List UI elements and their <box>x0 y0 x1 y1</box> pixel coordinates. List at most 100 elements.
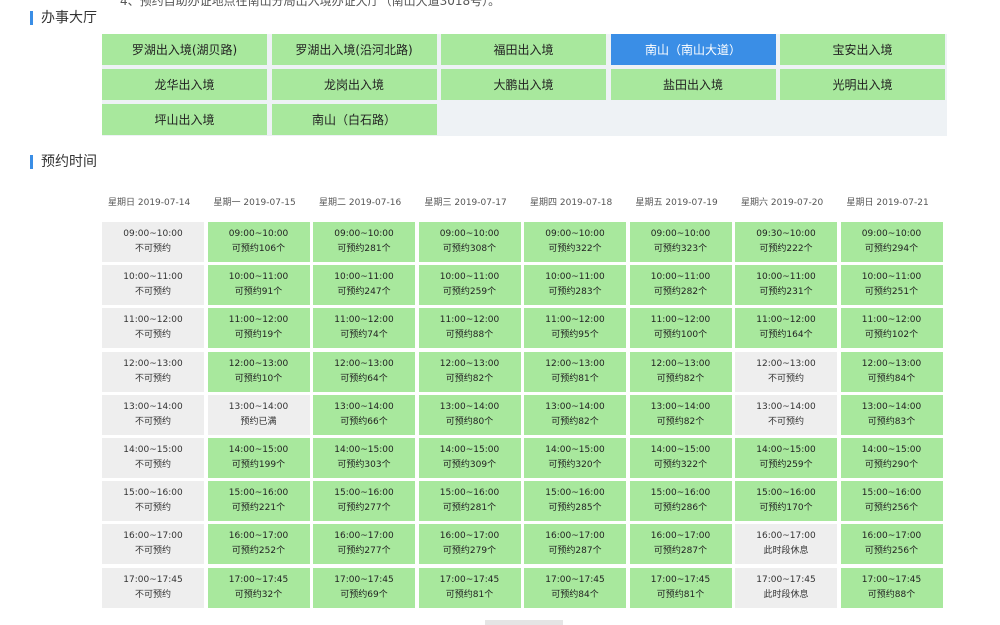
time-slot[interactable]: 13:00~14:00 可预约66个 <box>313 394 415 435</box>
slot-time: 14:00~15:00 <box>123 445 183 455</box>
time-slot[interactable]: 10:00~11:00 可预约282个 <box>629 265 732 306</box>
time-slot[interactable]: 11:00~12:00 可预约102个 <box>840 308 943 349</box>
slot-time: 10:00~11:00 <box>861 272 922 283</box>
time-slot[interactable]: 11:00~12:00 可预约74个 <box>313 308 415 349</box>
time-slot[interactable]: 10:00~11:00 可预约91个 <box>207 265 310 306</box>
time-slot[interactable]: 15:00~16:00 可预约277个 <box>313 481 415 522</box>
time-slot[interactable]: 16:00~17:00 可预约252个 <box>207 524 310 565</box>
office-button[interactable]: 罗湖出入境(湖贝路) <box>102 34 267 65</box>
time-slot[interactable]: 10:00~11:00 可预约251个 <box>840 265 943 306</box>
time-slot[interactable]: 13:00~14:00 可预约80个 <box>418 394 521 435</box>
time-slot[interactable]: 12:00~13:00 可预约64个 <box>313 351 415 392</box>
slot-time: 17:00~17:45 <box>228 574 289 585</box>
time-slot[interactable]: 09:30~10:00 可预约222个 <box>735 222 837 262</box>
slot-status: 可预约82个 <box>656 416 705 427</box>
time-slot[interactable]: 15:00~16:00 可预约281个 <box>418 481 521 522</box>
time-slot[interactable]: 10:00~11:00 可预约247个 <box>313 265 415 306</box>
slot-status: 可预约322个 <box>653 460 708 470</box>
time-slot[interactable]: 12:00~13:00 可预约81个 <box>524 351 626 392</box>
slot-time: 17:00~17:45 <box>123 574 183 585</box>
slot-time: 14:00~15:00 <box>439 445 500 455</box>
slot-status: 此时段休息 <box>763 589 809 600</box>
time-slot[interactable]: 11:00~12:00 可预约19个 <box>207 308 310 349</box>
office-button[interactable]: 龙华出入境 <box>102 69 267 100</box>
slot-time: 13:00~14:00 <box>228 401 289 412</box>
slot-time: 13:00~14:00 <box>650 401 711 412</box>
office-button[interactable]: 福田出入境 <box>441 34 606 65</box>
slot-status: 可预约281个 <box>442 503 497 514</box>
slot-time: 10:00~11:00 <box>123 272 183 283</box>
time-slot[interactable]: 16:00~17:00 可预约287个 <box>524 524 626 565</box>
time-slot[interactable]: 14:00~15:00 可预约309个 <box>418 438 521 478</box>
time-slot[interactable]: 13:00~14:00 可预约83个 <box>840 394 943 435</box>
time-slot[interactable]: 16:00~17:00 可预约256个 <box>840 524 943 565</box>
time-slot[interactable]: 17:00~17:45 可预约84个 <box>524 567 626 608</box>
time-slot[interactable]: 10:00~11:00 可预约231个 <box>735 265 837 306</box>
slot-status: 可预约247个 <box>337 287 391 298</box>
time-slot[interactable]: 14:00~15:00 可预约290个 <box>840 438 943 478</box>
office-button[interactable]: 南山（白石路） <box>271 104 437 135</box>
time-slot[interactable]: 16:00~17:00 可预约277个 <box>313 524 415 565</box>
time-slot[interactable]: 15:00~16:00 可预约256个 <box>840 481 943 522</box>
office-button[interactable]: 龙岗出入境 <box>271 69 437 100</box>
office-button[interactable]: 罗湖出入境(沿河北路) <box>271 34 437 65</box>
time-slot[interactable]: 11:00~12:00 可预约100个 <box>629 308 732 349</box>
time-slot[interactable]: 14:00~15:00 可预约320个 <box>524 438 626 478</box>
time-slot[interactable]: 09:00~10:00 可预约308个 <box>418 222 521 262</box>
slot-time: 16:00~17:00 <box>756 531 816 542</box>
time-slot[interactable]: 10:00~11:00 可预约283个 <box>524 265 626 306</box>
time-slot[interactable]: 12:00~13:00 可预约10个 <box>207 351 310 392</box>
time-slot[interactable]: 15:00~16:00 可预约285个 <box>524 481 626 522</box>
office-button[interactable]: 宝安出入境 <box>780 34 945 65</box>
office-button[interactable]: 盐田出入境 <box>610 69 776 100</box>
time-slot[interactable]: 09:00~10:00 可预约281个 <box>313 222 415 262</box>
slot-time: 16:00~17:00 <box>123 531 183 542</box>
slot-time: 10:00~11:00 <box>228 272 289 283</box>
time-slot[interactable]: 12:00~13:00 可预约82个 <box>418 351 521 392</box>
time-slot[interactable]: 09:00~10:00 可预约106个 <box>207 222 310 262</box>
time-slot[interactable]: 14:00~15:00 可预约199个 <box>207 438 310 478</box>
time-slot[interactable]: 16:00~17:00 可预约287个 <box>629 524 732 565</box>
time-slot[interactable]: 10:00~11:00 可预约259个 <box>418 265 521 306</box>
office-button[interactable]: 大鹏出入境 <box>441 69 606 100</box>
slot-time: 11:00~12:00 <box>650 315 711 326</box>
time-slot[interactable]: 17:00~17:45 可预约81个 <box>629 567 732 608</box>
time-slot[interactable]: 15:00~16:00 可预约170个 <box>735 481 837 522</box>
time-slot[interactable]: 09:00~10:00 可预约322个 <box>524 222 626 262</box>
time-slot[interactable]: 13:00~14:00 可预约82个 <box>629 394 732 435</box>
time-slot[interactable]: 17:00~17:45 可预约88个 <box>840 567 943 608</box>
slot-time: 15:00~16:00 <box>650 488 711 499</box>
time-slot[interactable]: 14:00~15:00 可预约303个 <box>313 438 415 478</box>
slot-time: 13:00~14:00 <box>756 401 816 412</box>
time-slot[interactable]: 09:00~10:00 可预约323个 <box>629 222 732 262</box>
slot-status: 可预约308个 <box>442 244 497 254</box>
time-slot[interactable]: 17:00~17:45 可预约69个 <box>313 567 415 608</box>
slot-time: 09:00~10:00 <box>545 229 605 239</box>
bottom-scroll-indicator[interactable] <box>485 620 563 625</box>
time-slot[interactable]: 15:00~16:00 可预约286个 <box>629 481 732 522</box>
time-slot[interactable]: 09:00~10:00 可预约294个 <box>840 222 943 262</box>
time-slot[interactable]: 11:00~12:00 可预约88个 <box>418 308 521 349</box>
time-slot[interactable]: 14:00~15:00 可预约322个 <box>629 438 732 478</box>
time-slot[interactable]: 11:00~12:00 可预约95个 <box>524 308 626 349</box>
time-slot[interactable]: 16:00~17:00 可预约279个 <box>418 524 521 565</box>
slot-status: 可预约279个 <box>442 546 497 557</box>
time-slot[interactable]: 14:00~15:00 可预约259个 <box>735 438 837 478</box>
slot-time: 13:00~14:00 <box>334 401 394 412</box>
slot-time: 10:00~11:00 <box>334 272 394 283</box>
time-slot[interactable]: 17:00~17:45 可预约32个 <box>207 567 310 608</box>
slot-status: 可预约82个 <box>551 416 599 427</box>
office-button[interactable]: 光明出入境 <box>780 69 945 100</box>
time-slot[interactable]: 13:00~14:00 可预约82个 <box>524 394 626 435</box>
time-slot[interactable]: 12:00~13:00 可预约82个 <box>629 351 732 392</box>
time-slot[interactable]: 17:00~17:45 可预约81个 <box>418 567 521 608</box>
slot-status: 预约已满 <box>240 416 277 427</box>
slot-time: 09:00~10:00 <box>861 229 922 239</box>
office-button[interactable]: 南山（南山大道） <box>610 34 776 65</box>
time-slot[interactable]: 12:00~13:00 可预约84个 <box>840 351 943 392</box>
time-slot: 13:00~14:00 预约已满 <box>207 394 310 435</box>
time-slot[interactable]: 15:00~16:00 可预约221个 <box>207 481 310 522</box>
slot-status: 可预约287个 <box>653 546 708 557</box>
office-button[interactable]: 坪山出入境 <box>102 104 267 135</box>
time-slot[interactable]: 11:00~12:00 可预约164个 <box>735 308 837 349</box>
